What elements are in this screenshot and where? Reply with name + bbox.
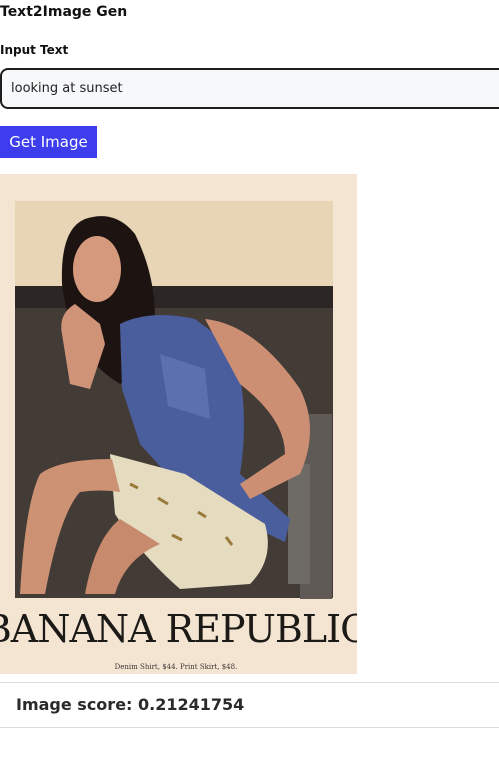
app-title: Text2Image Gen [0, 4, 128, 20]
image-caption: Denim Shirt, $44. Print Skirt, $48. [115, 663, 238, 671]
generated-image: BANANA REPUBLIC Denim Shirt, $44. Print … [0, 174, 357, 674]
image-score: Image score: 0.21241754 [16, 695, 244, 714]
divider-bottom [0, 727, 499, 728]
divider-top [0, 682, 499, 683]
input-text-field[interactable] [0, 68, 499, 109]
score-value: 0.21241754 [138, 695, 245, 714]
brand-logo-text: BANANA REPUBLIC [0, 607, 357, 651]
score-label: Image score: [16, 695, 133, 714]
get-image-button[interactable]: Get Image [0, 126, 97, 158]
input-text-label: Input Text [0, 43, 69, 57]
